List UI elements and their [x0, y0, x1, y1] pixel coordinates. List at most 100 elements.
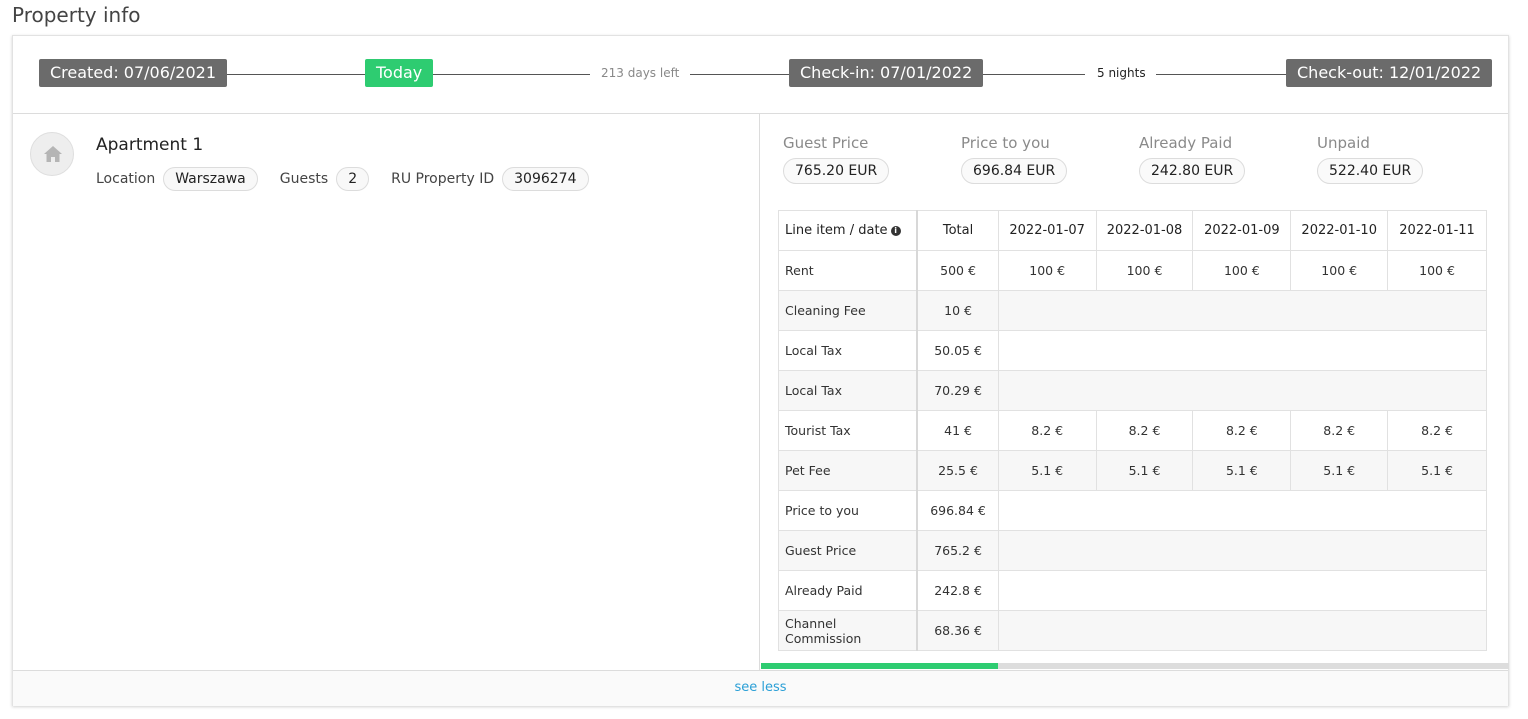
- page-title: Property info: [12, 3, 141, 27]
- column-header-date: 2022-01-10: [1290, 210, 1389, 251]
- line-item-name: Local Tax: [778, 370, 919, 411]
- line-item-name: Channel Commission: [778, 610, 919, 651]
- line-item-day-value: 100 €: [1095, 250, 1194, 291]
- summary-value: 242.80 EUR: [1139, 158, 1246, 184]
- line-item-name: Local Tax: [778, 330, 919, 371]
- line-item-day-value: 100 €: [1192, 250, 1292, 291]
- table-row: Guest Price 765.2 €: [778, 530, 1488, 571]
- summary-label: Price to you: [961, 134, 1050, 152]
- timeline-line: [218, 74, 368, 75]
- line-item-day-value: 5.1 €: [1290, 450, 1389, 491]
- table-row: Price to you 696.84 €: [778, 490, 1488, 531]
- horizontal-scrollbar[interactable]: [761, 663, 1509, 669]
- days-left-label: 213 days left: [601, 66, 680, 80]
- checkin-date-tag: Check-in: 07/01/2022: [789, 59, 984, 87]
- line-item-name: Cleaning Fee: [778, 290, 919, 331]
- empty-day-cells: [997, 570, 1488, 611]
- empty-day-cells: [997, 610, 1488, 651]
- created-date-tag: Created: 07/06/2021: [39, 59, 228, 87]
- line-items-table: Line item / date i Total 2022-01-07 2022-…: [778, 210, 1488, 651]
- see-less-link[interactable]: see less: [734, 680, 786, 695]
- price-summary: Guest Price 765.20 EUR Price to you 696.…: [783, 134, 1493, 194]
- column-header-date: 2022-01-08: [1095, 210, 1194, 251]
- line-item-total: 696.84 €: [916, 490, 999, 531]
- summary-guest-price: Guest Price 765.20 EUR: [783, 134, 890, 184]
- table-row: Channel Commission 68.36 €: [778, 610, 1488, 651]
- line-item-total: 41 €: [916, 410, 999, 451]
- line-item-day-value: 100 €: [1387, 250, 1487, 291]
- summary-label: Already Paid: [1139, 134, 1233, 152]
- pricing-panel: Guest Price 765.20 EUR Price to you 696.…: [761, 114, 1509, 670]
- table-row: Local Tax 50.05 €: [778, 330, 1488, 371]
- line-item-name: Price to you: [778, 490, 919, 531]
- timeline-line: [690, 74, 790, 75]
- table-row: Pet Fee 25.5 €5.1 €5.1 €5.1 €5.1 €5.1 €: [778, 450, 1487, 491]
- card-footer: see less: [13, 670, 1508, 706]
- line-item-total: 500 €: [916, 250, 999, 291]
- line-item-total: 70.29 €: [916, 370, 999, 411]
- column-header-date: 2022-01-09: [1192, 210, 1292, 251]
- table-header-row: Line item / date i Total 2022-01-07 2022-…: [778, 210, 1487, 251]
- table-row: Local Tax 70.29 €: [778, 370, 1488, 411]
- line-item-day-value: 8.2 €: [997, 410, 1097, 451]
- nights-count-label: 5 nights: [1097, 66, 1146, 80]
- line-item-day-value: 8.2 €: [1387, 410, 1487, 451]
- home-icon: [44, 146, 62, 162]
- line-item-name: Pet Fee: [778, 450, 919, 491]
- property-avatar: [30, 132, 74, 176]
- column-header-date: 2022-01-11: [1387, 210, 1487, 251]
- empty-day-cells: [997, 330, 1488, 371]
- today-tag: Today: [365, 59, 434, 87]
- table-row: Tourist Tax 41 €8.2 €8.2 €8.2 €8.2 €8.2 €: [778, 410, 1487, 451]
- booking-timeline: Created: 07/06/2021 Today 213 days left …: [13, 36, 1508, 114]
- line-item-day-value: 5.1 €: [997, 450, 1097, 491]
- line-item-day-value: 100 €: [1290, 250, 1389, 291]
- column-header-label: Line item / date: [785, 223, 888, 238]
- line-item-day-value: 5.1 €: [1387, 450, 1487, 491]
- line-item-day-value: 100 €: [997, 250, 1097, 291]
- table-row: Cleaning Fee 10 €: [778, 290, 1488, 331]
- line-item-total: 68.36 €: [916, 610, 999, 651]
- summary-label: Unpaid: [1317, 134, 1370, 152]
- line-item-name: Already Paid: [778, 570, 919, 611]
- scrollbar-thumb[interactable]: [761, 663, 998, 669]
- line-item-total: 25.5 €: [916, 450, 999, 491]
- property-info-card: Created: 07/06/2021 Today 213 days left …: [12, 35, 1509, 706]
- empty-day-cells: [997, 490, 1488, 531]
- ru-property-id-label: RU Property ID: [391, 171, 495, 187]
- timeline-line: [433, 74, 590, 75]
- line-item-day-value: 5.1 €: [1192, 450, 1292, 491]
- line-item-day-value: 5.1 €: [1095, 450, 1194, 491]
- guests-value: 2: [336, 167, 370, 191]
- location-value: Warszawa: [163, 167, 258, 191]
- table-row: Already Paid 242.8 €: [778, 570, 1488, 611]
- line-item-total: 50.05 €: [916, 330, 999, 371]
- checkout-date-tag: Check-out: 12/01/2022: [1286, 59, 1493, 87]
- timeline-line: [1156, 74, 1286, 75]
- column-header-line-item: Line item / date i: [778, 210, 919, 251]
- ru-property-id-value: 3096274: [502, 167, 589, 191]
- line-item-day-value: 8.2 €: [1290, 410, 1389, 451]
- empty-day-cells: [997, 370, 1488, 411]
- table-row: Rent 500 €100 €100 €100 €100 €100 €: [778, 250, 1487, 291]
- line-item-total: 10 €: [916, 290, 999, 331]
- line-item-day-value: 8.2 €: [1192, 410, 1292, 451]
- line-item-name: Rent: [778, 250, 919, 291]
- timeline-line: [972, 74, 1085, 75]
- summary-price-to-you: Price to you 696.84 EUR: [961, 134, 1068, 184]
- column-header-date: 2022-01-07: [997, 210, 1097, 251]
- line-item-day-value: 8.2 €: [1095, 410, 1194, 451]
- empty-day-cells: [997, 530, 1488, 571]
- property-meta: Location Warszawa Guests 2 RU Property I…: [96, 167, 611, 191]
- summary-already-paid: Already Paid 242.80 EUR: [1139, 134, 1246, 184]
- property-details-panel: Apartment 1 Location Warszawa Guests 2 R…: [13, 114, 760, 670]
- location-label: Location: [96, 171, 156, 187]
- summary-value: 696.84 EUR: [961, 158, 1068, 184]
- summary-unpaid: Unpaid 522.40 EUR: [1317, 134, 1424, 184]
- property-name: Apartment 1: [96, 135, 204, 155]
- line-item-total: 765.2 €: [916, 530, 999, 571]
- info-icon[interactable]: i: [890, 226, 901, 236]
- column-header-total: Total: [916, 210, 999, 251]
- summary-label: Guest Price: [783, 134, 869, 152]
- summary-value: 765.20 EUR: [783, 158, 890, 184]
